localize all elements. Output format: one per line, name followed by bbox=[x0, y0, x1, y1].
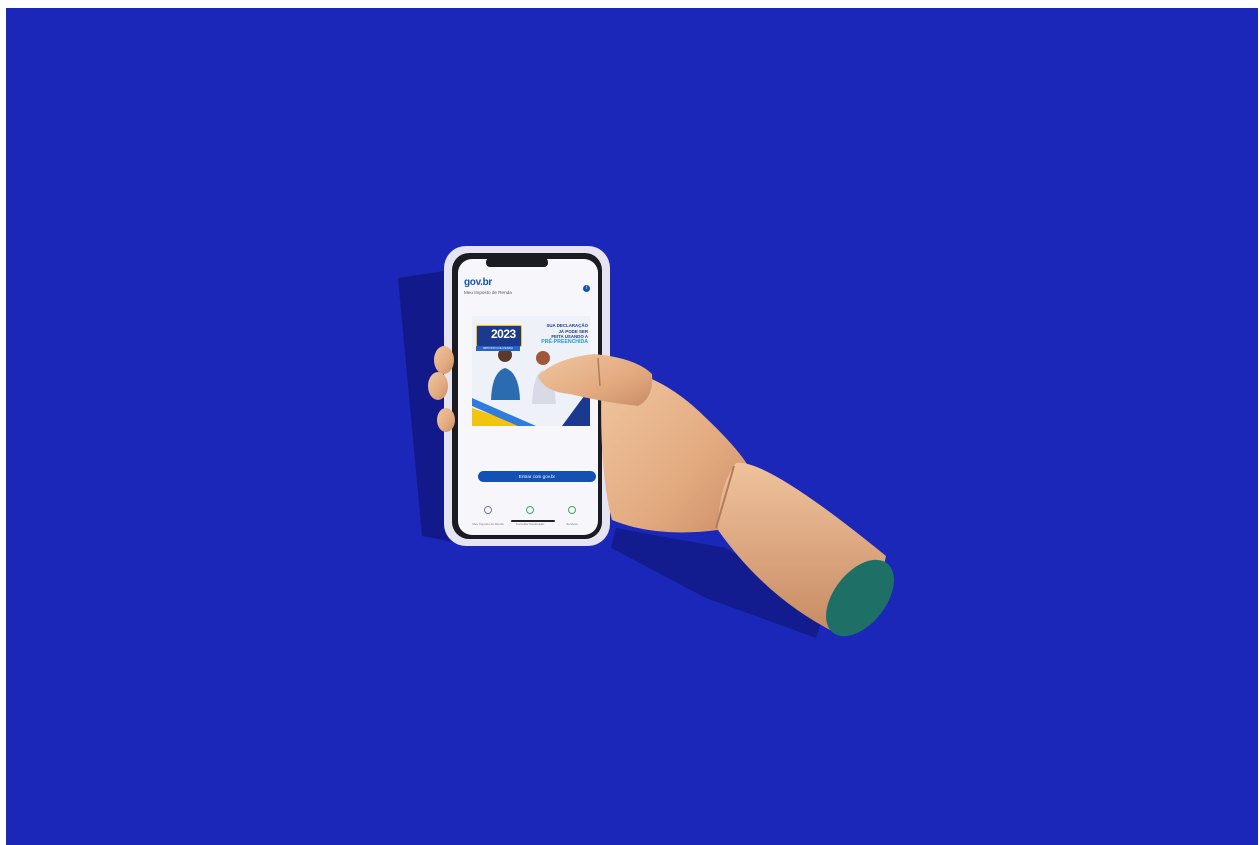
year-badge: 2023 bbox=[476, 325, 522, 347]
promo-banner[interactable]: 2023 IMPOSTO DE RENDA SUA DECLARAÇÃO JÁ … bbox=[472, 317, 590, 427]
shield-icon bbox=[484, 506, 492, 514]
photo-scene: gov.br Meu Imposto de Renda i 2023 IMPOS… bbox=[6, 8, 1258, 845]
finger-left-2 bbox=[437, 408, 455, 432]
thumb bbox=[434, 346, 454, 374]
nav-item-imposto[interactable]: Meu Imposto de Renda bbox=[468, 501, 508, 526]
info-icon[interactable]: i bbox=[583, 285, 590, 292]
scene-illustration bbox=[398, 246, 894, 638]
nav-label: Serviços bbox=[566, 522, 578, 526]
app-subtitle: Meu Imposto de Renda bbox=[464, 290, 512, 295]
plus-icon bbox=[568, 506, 576, 514]
nav-label: Consultar Restituição bbox=[515, 522, 545, 526]
nav-label: Meu Imposto de Renda bbox=[472, 522, 504, 526]
nav-item-restituicao[interactable]: Consultar Restituição bbox=[510, 501, 550, 526]
phone-screen: gov.br Meu Imposto de Renda i 2023 IMPOS… bbox=[458, 259, 598, 537]
nav-item-servicos[interactable]: Serviços bbox=[552, 501, 592, 526]
banner-headline: SUA DECLARAÇÃO JÁ PODE SER FEITA USANDO … bbox=[526, 323, 588, 345]
app-header: gov.br Meu Imposto de Renda bbox=[464, 277, 592, 295]
bottom-nav: Meu Imposto de Renda Consultar Restituiç… bbox=[468, 501, 594, 527]
dollar-icon bbox=[526, 506, 534, 514]
gov-logo: gov.br bbox=[464, 277, 493, 288]
finger-left-1 bbox=[428, 372, 448, 400]
headline-highlight: PRÉ-PREENCHIDA bbox=[541, 338, 588, 345]
banner-year-caption: IMPOSTO DE RENDA bbox=[476, 346, 520, 351]
banner-year: 2023 bbox=[491, 327, 516, 341]
login-button[interactable]: Entrar com gov.br bbox=[478, 471, 596, 482]
